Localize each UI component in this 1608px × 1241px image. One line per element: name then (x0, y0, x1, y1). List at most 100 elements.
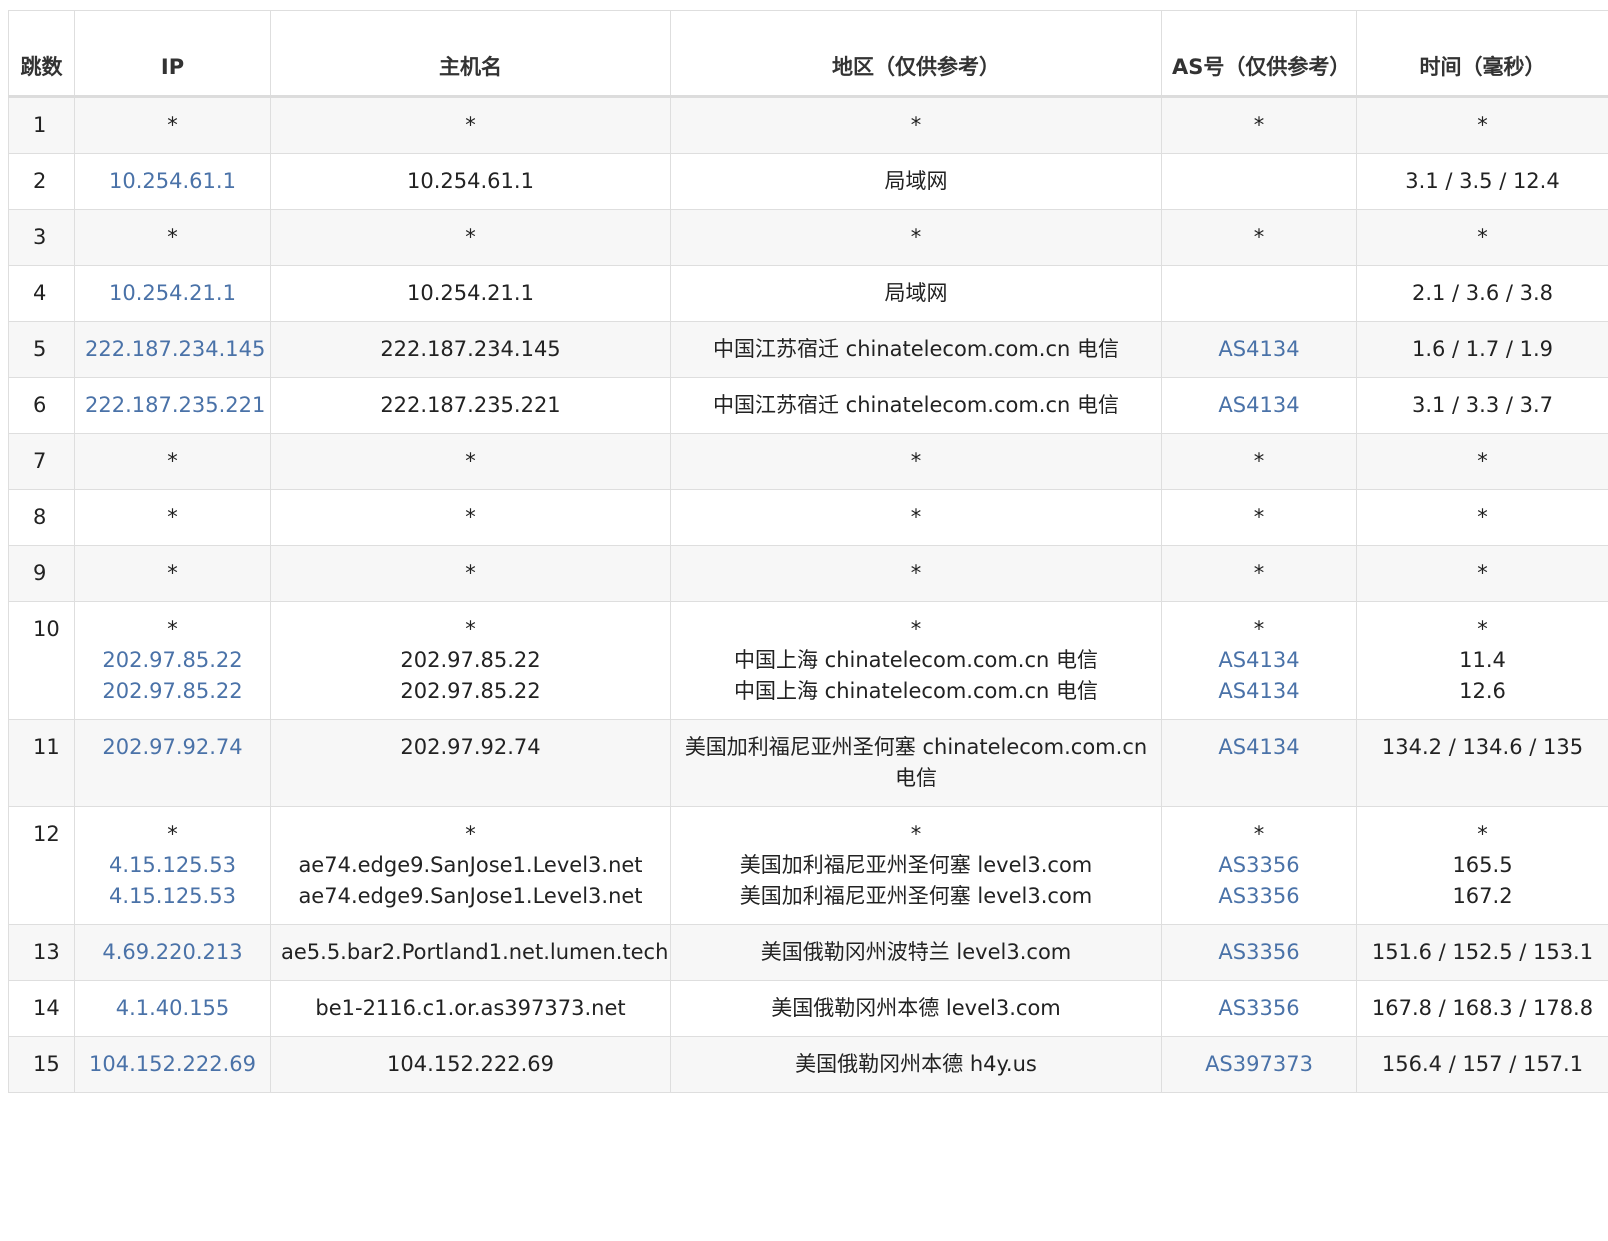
as-number-link: * (1253, 505, 1265, 529)
host-text: 10.254.21.1 (407, 281, 534, 305)
time-cell: * (1356, 433, 1608, 490)
time-text: 3.1 / 3.3 / 3.7 (1411, 393, 1554, 417)
region-text: * (910, 822, 922, 846)
as-number-link: * (1253, 617, 1265, 641)
time-text: * (1477, 561, 1488, 585)
as-cell: * AS4134 AS4134 (1161, 601, 1357, 720)
as-cell (1161, 153, 1357, 210)
region-text: * (910, 505, 922, 529)
host-text: * (465, 113, 476, 137)
region-text: * (910, 617, 922, 641)
traceroute-table-container: 跳数 IP 主机名 地区（仅供参考） AS号（仅供参考） 时间（毫秒） 1 * * *… (8, 10, 1608, 1093)
as-number-link[interactable]: AS4134 (1172, 676, 1346, 707)
as-cell: * (1161, 545, 1357, 602)
hop-cell: 5 (8, 321, 75, 378)
region-text: 中国江苏宿迁 chinatelecom.com.cn 电信 (712, 337, 1120, 361)
hostname-cell: 10.254.21.1 (270, 265, 671, 322)
time-text: * (1477, 822, 1488, 846)
region-cell: 局域网 (670, 265, 1162, 322)
host-text: * (465, 822, 476, 846)
ip-link[interactable]: 104.152.222.69 (85, 1049, 260, 1080)
table-row: 8 * * * * * (8, 489, 1608, 546)
header-region: 地区（仅供参考） (670, 10, 1162, 98)
hostname-cell: * (270, 545, 671, 602)
ip-link: * (167, 561, 178, 585)
hop-cell: 8 (8, 489, 75, 546)
hostname-cell: 104.152.222.69 (270, 1036, 671, 1093)
ip-cell: 10.254.21.1 (74, 265, 271, 322)
hop-cell: 13 (8, 924, 75, 981)
ip-cell: * 202.97.85.22 202.97.85.22 (74, 601, 271, 720)
as-number-link[interactable]: AS3356 (1172, 850, 1346, 881)
time-text: 11.4 (1459, 648, 1506, 672)
time-text: * (1477, 505, 1488, 529)
hop-cell: 1 (8, 96, 75, 154)
time-text: * (1477, 449, 1488, 473)
as-number-link[interactable]: AS3356 (1172, 881, 1346, 912)
ip-link: * (167, 225, 178, 249)
region-text: 美国加利福尼亚州圣何塞 chinatelecom.com.cn 电信 (684, 735, 1148, 790)
table-row: 10 * 202.97.85.22 202.97.85.22 * 202.97.85.22… (8, 601, 1608, 720)
ip-link[interactable]: 10.254.61.1 (85, 166, 260, 197)
table-row: 7 * * * * * (8, 433, 1608, 490)
ip-cell: * (74, 96, 271, 154)
ip-link[interactable]: 4.1.40.155 (85, 993, 260, 1024)
table-row: 6 222.187.235.221 222.187.235.221 中国江苏宿迁 ch… (8, 377, 1608, 434)
time-text: 2.1 / 3.6 / 3.8 (1411, 281, 1554, 305)
table-row: 11 202.97.92.74 202.97.92.74 美国加利福尼亚州圣何塞 ch… (8, 719, 1608, 807)
region-cell: 美国加利福尼亚州圣何塞 chinatelecom.com.cn 电信 (670, 719, 1162, 807)
hop-cell: 6 (8, 377, 75, 434)
ip-link[interactable]: 202.97.85.22 (85, 645, 260, 676)
region-text: 美国加利福尼亚州圣何塞 level3.com (739, 884, 1093, 908)
ip-link[interactable]: 202.97.85.22 (85, 676, 260, 707)
hop-cell: 7 (8, 433, 75, 490)
table-row: 2 10.254.61.1 10.254.61.1 局域网 3.1 / 3.5 / 12… (8, 153, 1608, 210)
region-text: 局域网 (884, 169, 948, 193)
region-cell: * 中国上海 chinatelecom.com.cn 电信 中国上海 chinate… (670, 601, 1162, 720)
hop-cell: 10 (8, 601, 75, 720)
time-cell: 151.6 / 152.5 / 153.1 (1356, 924, 1608, 981)
region-text: * (910, 449, 922, 473)
as-cell: AS3356 (1161, 980, 1357, 1037)
hostname-cell: 10.254.61.1 (270, 153, 671, 210)
ip-link[interactable]: 10.254.21.1 (85, 278, 260, 309)
ip-link[interactable]: 4.15.125.53 (85, 881, 260, 912)
time-text: 151.6 / 152.5 / 153.1 (1371, 940, 1594, 964)
as-number-link[interactable]: AS3356 (1172, 937, 1346, 968)
as-number-link[interactable]: AS4134 (1172, 334, 1346, 365)
traceroute-table: 跳数 IP 主机名 地区（仅供参考） AS号（仅供参考） 时间（毫秒） 1 * * *… (8, 10, 1608, 1093)
ip-cell: 104.152.222.69 (74, 1036, 271, 1093)
table-row: 4 10.254.21.1 10.254.21.1 局域网 2.1 / 3.6 / 3.… (8, 265, 1608, 322)
ip-cell: 222.187.235.221 (74, 377, 271, 434)
host-text: * (465, 617, 476, 641)
host-text: * (465, 225, 476, 249)
ip-link[interactable]: 222.187.235.221 (85, 390, 265, 421)
ip-cell: * (74, 209, 271, 266)
as-number-link: * (1253, 449, 1265, 473)
time-text: 12.6 (1459, 679, 1506, 703)
hop-cell: 11 (8, 719, 75, 807)
region-text: 美国俄勒冈州本德 h4y.us (795, 1052, 1037, 1076)
as-number-link[interactable]: AS4134 (1172, 390, 1346, 421)
time-text: 156.4 / 157 / 157.1 (1381, 1052, 1584, 1076)
as-cell: * AS3356 AS3356 (1161, 806, 1357, 925)
as-number-link[interactable]: AS397373 (1172, 1049, 1346, 1080)
as-number-link[interactable]: AS4134 (1172, 645, 1346, 676)
ip-link[interactable]: 202.97.92.74 (85, 732, 260, 763)
as-number-link: * (1253, 113, 1265, 137)
hostname-cell: * (270, 489, 671, 546)
region-text: * (910, 225, 922, 249)
time-cell: * 165.5 167.2 (1356, 806, 1608, 925)
time-cell: * 11.4 12.6 (1356, 601, 1608, 720)
ip-cell: 222.187.234.145 (74, 321, 271, 378)
as-cell: * (1161, 489, 1357, 546)
hop-cell: 15 (8, 1036, 75, 1093)
ip-link[interactable]: 4.69.220.213 (85, 937, 260, 968)
hostname-cell: * 202.97.85.22 202.97.85.22 (270, 601, 671, 720)
time-text: 1.6 / 1.7 / 1.9 (1411, 337, 1554, 361)
as-number-link[interactable]: AS3356 (1172, 993, 1346, 1024)
as-number-link[interactable]: AS4134 (1172, 732, 1346, 763)
ip-link[interactable]: 222.187.234.145 (85, 334, 265, 365)
ip-link[interactable]: 4.15.125.53 (85, 850, 260, 881)
table-row: 3 * * * * * (8, 209, 1608, 266)
